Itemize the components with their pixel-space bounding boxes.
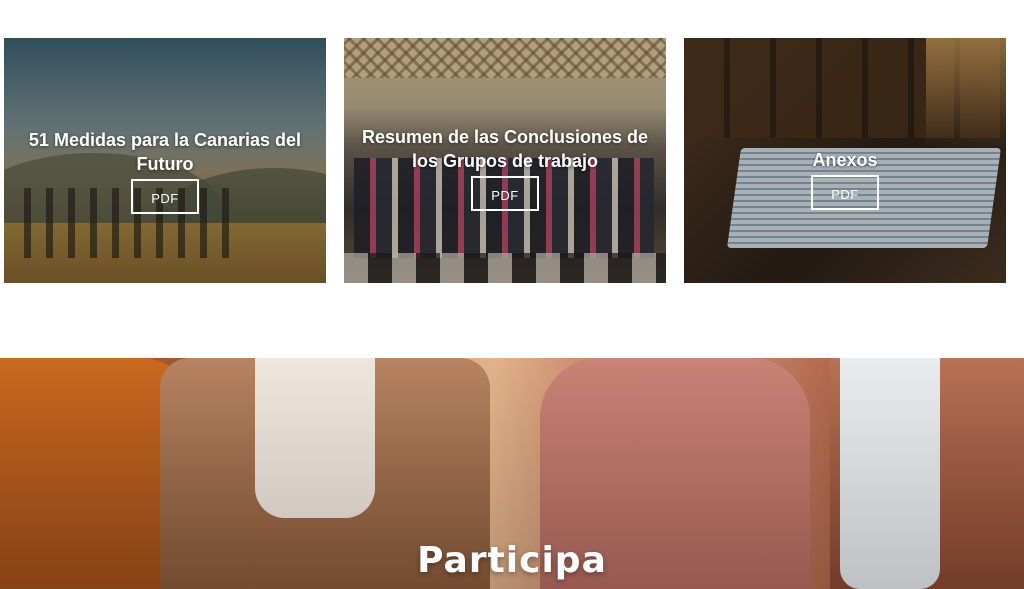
documents-section: 51 Medidas para la Canarias del Futuro P… [0, 38, 1024, 283]
document-card-anexos: Anexos PDF [684, 38, 1006, 283]
pdf-button[interactable]: PDF [471, 175, 539, 211]
participa-banner: Participa [0, 358, 1024, 589]
card-title: 51 Medidas para la Canarias del Futuro [28, 129, 302, 174]
participa-heading: Participa [417, 540, 607, 581]
document-card-resumen: Resumen de las Conclusiones de los Grupo… [344, 38, 666, 283]
pdf-button[interactable]: PDF [811, 174, 879, 210]
card-title: Resumen de las Conclusiones de los Grupo… [361, 126, 649, 171]
document-card-medidas: 51 Medidas para la Canarias del Futuro P… [4, 38, 326, 283]
pdf-button[interactable]: PDF [131, 178, 199, 214]
card-title: Anexos [812, 149, 878, 170]
